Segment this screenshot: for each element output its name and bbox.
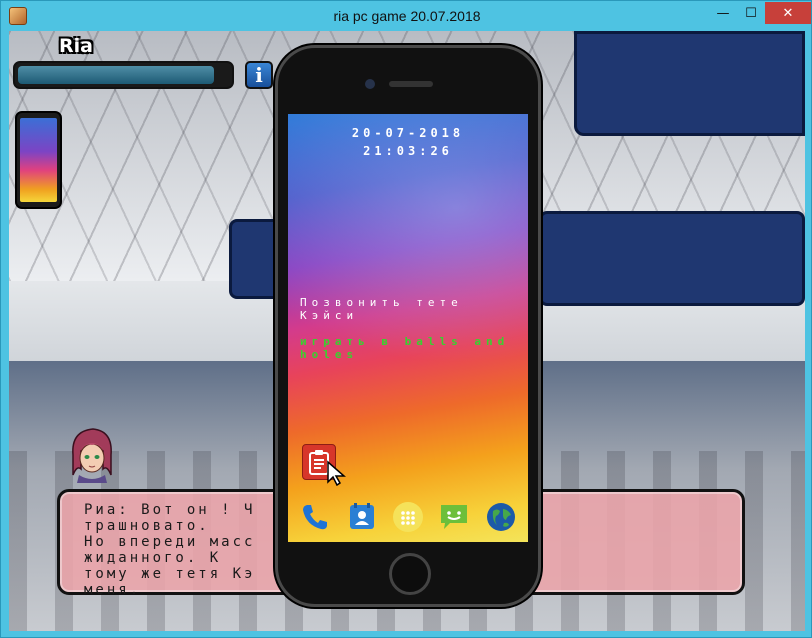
phone-screen: 20-07-2018 21:03:26 Позвонить тете Кэйси… xyxy=(288,114,528,542)
game-window: ria pc game 20.07.2018 — ☐ ✕ Ria i Риа: … xyxy=(0,0,812,638)
play-game-option[interactable]: играть в balls and holes xyxy=(300,335,520,361)
character-portrait xyxy=(67,425,117,483)
phone-thumbnail-button[interactable] xyxy=(15,111,62,209)
title-bar[interactable]: ria pc game 20.07.2018 — ☐ ✕ xyxy=(1,1,811,31)
call-aunt-option[interactable]: Позвонить тете Кэйси xyxy=(300,296,520,322)
window-title: ria pc game 20.07.2018 xyxy=(333,8,481,24)
contacts-icon[interactable] xyxy=(345,500,379,534)
health-bar xyxy=(13,61,234,89)
character-name: Ria xyxy=(59,35,93,57)
smartphone: 20-07-2018 21:03:26 Позвонить тете Кэйси… xyxy=(275,45,541,607)
phone-time: 21:03:26 xyxy=(363,144,453,158)
phone-dock xyxy=(288,492,528,542)
minimize-button[interactable]: — xyxy=(709,2,737,24)
phone-speaker xyxy=(389,81,433,87)
info-button[interactable]: i xyxy=(245,61,273,89)
phone-icon[interactable] xyxy=(298,500,332,534)
maximize-button[interactable]: ☐ xyxy=(737,2,765,24)
health-bar-fill xyxy=(18,66,215,84)
close-button[interactable]: ✕ xyxy=(765,2,811,24)
phone-camera xyxy=(365,79,375,89)
background-banner xyxy=(574,31,805,136)
game-viewport[interactable]: Ria i Риа: Вот он ! Ч трашновато. Но впе… xyxy=(9,31,805,631)
phone-date: 20-07-2018 xyxy=(351,126,465,140)
browser-icon[interactable] xyxy=(484,500,518,534)
background-banner xyxy=(539,211,805,306)
phone-home-button[interactable] xyxy=(389,553,431,595)
apps-icon[interactable] xyxy=(391,500,425,534)
mouse-cursor-icon xyxy=(326,460,348,490)
phone-thumbnail-screen xyxy=(20,118,57,202)
messages-icon[interactable] xyxy=(437,500,471,534)
